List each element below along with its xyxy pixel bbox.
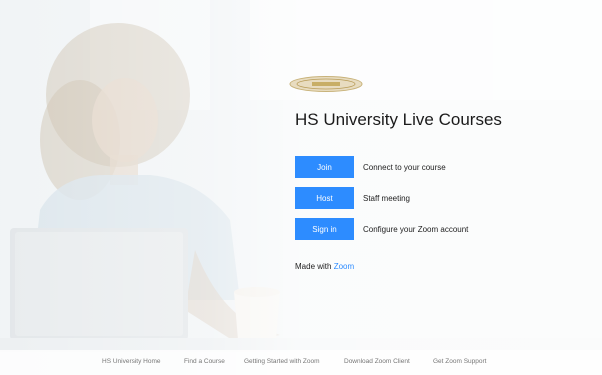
host-row: Host Staff meeting — [295, 187, 410, 209]
sign-in-button[interactable]: Sign in — [295, 218, 354, 240]
hs-university-seal-logo — [289, 76, 363, 92]
main-content: HS University Live Courses Join Connect … — [0, 0, 602, 375]
zoom-link[interactable]: Zoom — [334, 262, 354, 271]
footer: HS University Home Find a Course Getting… — [0, 350, 602, 375]
host-button[interactable]: Host — [295, 187, 354, 209]
footer-link-getting-started[interactable]: Getting Started with Zoom — [244, 358, 320, 365]
footer-link-find-a-course[interactable]: Find a Course — [184, 358, 225, 365]
join-description: Connect to your course — [363, 162, 446, 172]
sign-in-description: Configure your Zoom account — [363, 224, 469, 234]
made-with-text: Made with — [295, 262, 332, 271]
page-title: HS University Live Courses — [295, 110, 502, 129]
join-row: Join Connect to your course — [295, 156, 446, 178]
footer-link-download-client[interactable]: Download Zoom Client — [344, 358, 410, 365]
footer-link-zoom-support[interactable]: Get Zoom Support — [433, 358, 486, 365]
sign-in-row: Sign in Configure your Zoom account — [295, 218, 468, 240]
zoom-landing-page: HS University Live Courses Join Connect … — [0, 0, 602, 375]
join-button[interactable]: Join — [295, 156, 354, 178]
made-with-zoom: Made with Zoom — [295, 262, 354, 271]
footer-link-hs-university-home[interactable]: HS University Home — [102, 358, 161, 365]
host-description: Staff meeting — [363, 193, 410, 203]
